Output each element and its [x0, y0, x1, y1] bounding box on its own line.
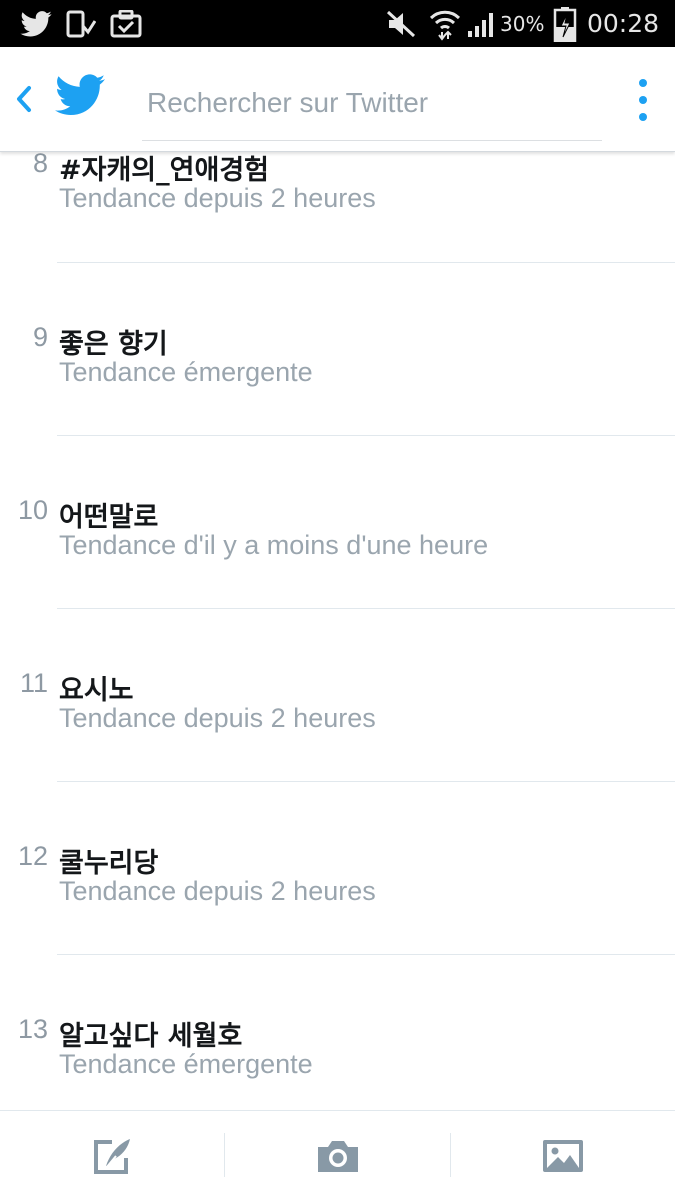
mute-icon	[385, 0, 417, 47]
trend-rank: 9	[32, 322, 48, 352]
trends-list: 8 #자캐의_연애경험 Tendance depuis 2 heures 9 좋…	[0, 152, 675, 1110]
search-input[interactable]	[142, 65, 602, 141]
trend-meta: Tendance émergente	[59, 357, 313, 387]
clipboard-check-icon	[110, 0, 142, 47]
compose-tweet-button[interactable]	[0, 1111, 225, 1201]
back-arrow-icon	[17, 86, 31, 112]
phone-download-icon	[66, 0, 96, 47]
trend-rank: 12	[17, 841, 48, 871]
trend-meta: Tendance depuis 2 heures	[59, 876, 376, 906]
wifi-icon	[428, 0, 462, 47]
trend-item[interactable]: 10 어떤말로 Tendance d'il y a moins d'une he…	[0, 436, 675, 609]
compose-tweet-icon	[93, 1139, 130, 1174]
overflow-menu-icon[interactable]	[625, 75, 661, 125]
signal-icon	[466, 0, 496, 47]
trend-item[interactable]: 9 좋은 향기 Tendance émergente	[0, 263, 675, 436]
clock: 00:28	[587, 9, 660, 38]
trend-item[interactable]: 13 알고싶다 세월호 Tendance émergente	[0, 955, 675, 1110]
back-button[interactable]	[8, 77, 40, 121]
trend-name: 좋은 향기	[59, 329, 168, 360]
battery-charging-icon	[553, 0, 577, 47]
gallery-icon	[542, 1140, 583, 1172]
trend-item[interactable]: 11 요시노 Tendance depuis 2 heures	[0, 609, 675, 782]
trend-name: #자캐의_연애경험	[59, 155, 270, 186]
trend-name: 쿨누리당	[59, 848, 159, 879]
gallery-button[interactable]	[450, 1111, 675, 1201]
app-toolbar	[0, 47, 675, 152]
twitter-logo-icon[interactable]	[55, 74, 105, 118]
trend-meta: Tendance d'il y a moins d'une heure	[59, 530, 489, 560]
trend-name: 알고싶다 세월호	[59, 1021, 243, 1052]
trend-item[interactable]: 12 쿨누리당 Tendance depuis 2 heures	[0, 782, 675, 955]
trend-meta: Tendance émergente	[59, 1049, 313, 1079]
trend-rank: 8	[32, 152, 48, 178]
trend-name: 요시노	[59, 675, 134, 706]
trend-name: 어떤말로	[59, 502, 159, 533]
trend-item[interactable]: 8 #자캐의_연애경험 Tendance depuis 2 heures	[0, 152, 675, 263]
status-bar: 30% 00:28	[0, 0, 675, 47]
twitter-icon	[20, 0, 52, 47]
battery-percent: 30%	[500, 11, 545, 36]
trend-meta: Tendance depuis 2 heures	[59, 703, 376, 733]
camera-icon	[317, 1141, 358, 1172]
camera-button[interactable]	[225, 1111, 450, 1201]
trend-meta: Tendance depuis 2 heures	[59, 183, 376, 213]
trend-rank: 10	[17, 495, 48, 525]
trend-rank: 13	[17, 1014, 48, 1044]
bottom-compose-bar	[0, 1110, 675, 1201]
trend-rank: 11	[19, 668, 48, 698]
